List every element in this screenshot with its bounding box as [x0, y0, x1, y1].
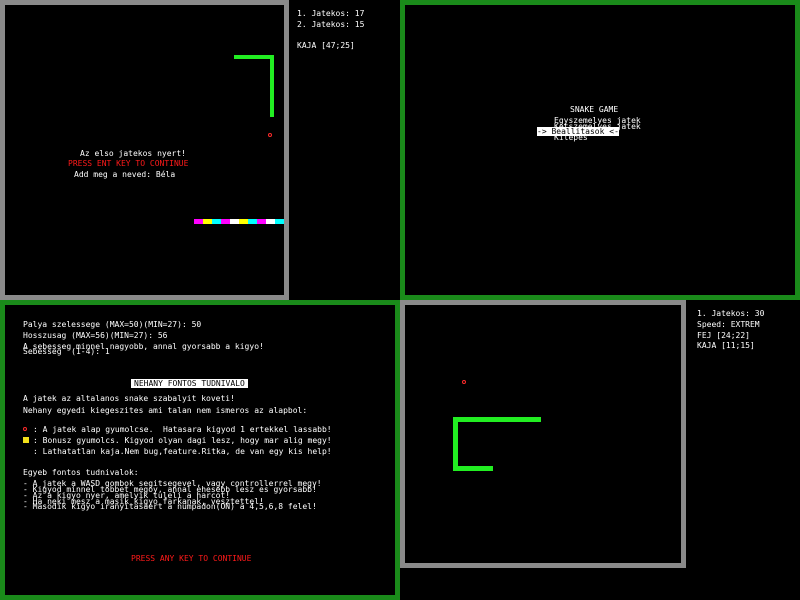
- width-setting[interactable]: Palya szelessege (MAX=50)(MIN=27): 50: [23, 320, 201, 329]
- play-field: [400, 300, 686, 568]
- snake-segment-icon: [234, 55, 274, 59]
- food-coords: KAJA [47;25]: [297, 41, 355, 50]
- player-score: 1. Jatekos: 30: [697, 309, 765, 318]
- invisible-food-description: : Lathatatlan kaja.Nem bug,feature.Ritka…: [33, 447, 332, 456]
- menu-title: SNAKE GAME: [570, 105, 619, 114]
- menu-item-exit[interactable]: Kilepes: [554, 133, 588, 142]
- single-player-game-screen: 1. Jatekos: 30 Speed: EXTREM FEJ [24;22]…: [400, 300, 800, 600]
- name-input-prompt[interactable]: Add meg a neved: Béla: [74, 170, 175, 179]
- snake-segment-icon: [270, 55, 274, 117]
- bonus-description: : Bonusz gyumolcs. Kigyod olyan dagi les…: [33, 436, 332, 445]
- food-dot-icon: [462, 380, 466, 384]
- yellow-bonus-icon: [23, 437, 29, 443]
- red-fruit-icon: [23, 427, 27, 431]
- player1-score: 1. Jatekos: 17: [297, 9, 365, 18]
- food-dot-icon: [268, 133, 272, 137]
- speed-indicator: Speed: EXTREM: [697, 320, 760, 329]
- speed-setting[interactable]: Sebesseg (1-4): 1: [23, 347, 110, 356]
- fruit-description: : A jatek alap gyumolcse. Hatasara kigyo…: [33, 425, 332, 434]
- food-coords: KAJA [11;15]: [697, 341, 755, 350]
- rules-intro-extra: Nehany egyedi kiegeszites ami talan nem …: [23, 406, 308, 415]
- rainbow-snake-icon: [194, 219, 284, 224]
- settings-screen: Palya szelessege (MAX=50)(MIN=27): 50 Ho…: [0, 300, 400, 600]
- menu-frame: [400, 0, 800, 300]
- player2-score: 2. Jatekos: 15: [297, 20, 365, 29]
- snake-segment-icon: [453, 417, 541, 422]
- other-info-line: - Masodik kigyo iranyitasaert a numpadon…: [23, 502, 317, 511]
- game-over-screen: 1. Jatekos: 17 2. Jatekos: 15 KAJA [47;2…: [0, 0, 400, 300]
- head-coords: FEJ [24;22]: [697, 331, 750, 340]
- length-setting[interactable]: Hosszusag (MAX=56)(MIN=27): 56: [23, 331, 168, 340]
- main-menu-screen: SNAKE GAME Egyszemelyes jatek Ketszemely…: [400, 0, 800, 300]
- snake-segment-icon: [453, 466, 493, 471]
- rules-intro: A jatek az altalanos snake szabalyit kov…: [23, 394, 235, 403]
- other-info-title: Egyeb fontos tudnivalok:: [23, 468, 139, 477]
- press-any-key-prompt: PRESS ANY KEY TO CONTINUE: [131, 554, 252, 563]
- winner-message: Az elso jatekos nyert!: [80, 149, 186, 158]
- snake-segment-icon: [453, 417, 458, 470]
- info-heading: NEHANY FONTOS TUDNIVALO: [131, 379, 248, 388]
- press-enter-prompt: PRESS ENT KEY TO CONTINUE: [68, 159, 189, 168]
